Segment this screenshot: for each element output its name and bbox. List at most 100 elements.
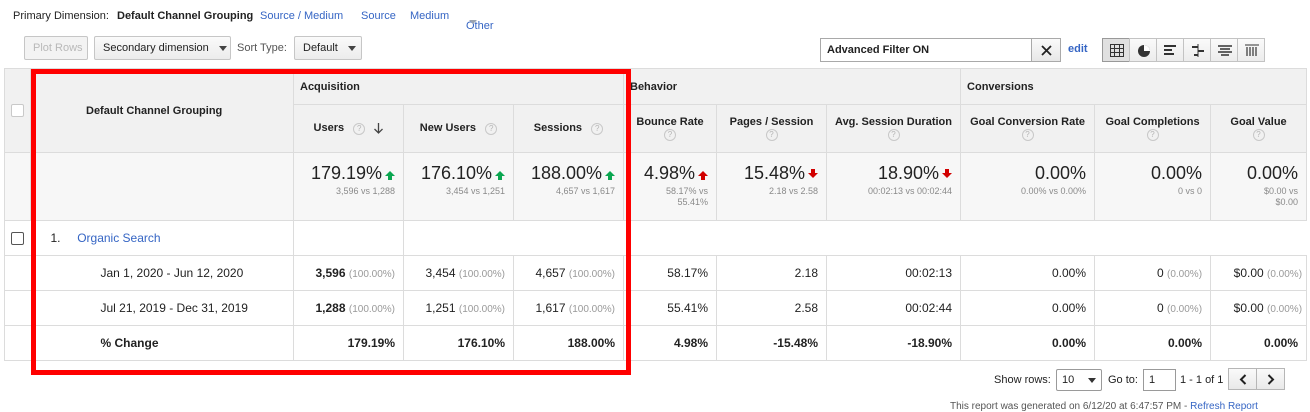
new-users-column-header[interactable]: New Users ? bbox=[403, 104, 514, 153]
sessions-cell: 4,657 (100.00%) bbox=[513, 255, 624, 291]
organic-search-link[interactable]: Organic Search bbox=[77, 231, 160, 245]
sessions-value: 4,657 bbox=[535, 266, 566, 280]
users-header-label: Users bbox=[313, 122, 345, 134]
plot-rows-button[interactable]: Plot Rows bbox=[24, 36, 88, 60]
total-users-comparison: 3,596 vs 1,288 bbox=[335, 186, 395, 196]
help-icon[interactable]: ? bbox=[353, 123, 366, 135]
goal-value-column-header[interactable]: Goal Value? bbox=[1210, 104, 1308, 153]
refresh-report-link[interactable]: Refresh Report bbox=[1190, 401, 1258, 412]
bar-list-icon bbox=[1164, 45, 1176, 55]
goal-completions-change-value: 0.00% bbox=[1094, 325, 1212, 361]
dimension-default-channel-grouping[interactable]: Default Channel Grouping bbox=[117, 10, 253, 22]
channel-name-cell: 1. Organic Search bbox=[30, 220, 294, 256]
new-users-percent: (100.00%) bbox=[458, 269, 505, 280]
goal-completions-cell: 0 (0.00%) bbox=[1094, 290, 1212, 326]
primary-dimension-label: Primary Dimension: bbox=[13, 10, 109, 22]
goto-label: Go to: bbox=[1108, 374, 1138, 386]
sort-type-value: Default bbox=[303, 42, 338, 54]
pages-session-column-header[interactable]: Pages / Session? bbox=[716, 104, 827, 153]
term-cloud-view-button[interactable] bbox=[1210, 38, 1238, 62]
sessions-value: 1,617 bbox=[535, 301, 566, 315]
bounce-rate-header-label: Bounce Rate bbox=[636, 116, 704, 128]
show-rows-select[interactable]: 10 bbox=[1056, 369, 1102, 391]
row-checkbox-cell bbox=[4, 220, 31, 256]
goal-completions-percent: (0.00%) bbox=[1167, 304, 1203, 315]
total-goal-value-cell: 0.00% $0.00 vs $0.00 bbox=[1210, 152, 1308, 221]
pie-view-button[interactable] bbox=[1129, 38, 1157, 62]
total-goal-completions-cell: 0.00% 0 vs 0 bbox=[1094, 152, 1212, 221]
chevron-down-icon bbox=[1088, 378, 1096, 383]
help-icon[interactable]: ? bbox=[1146, 129, 1159, 141]
generated-text: This report was generated on 6/12/20 at … bbox=[950, 401, 1191, 412]
performance-view-button[interactable] bbox=[1156, 38, 1184, 62]
sort-descending-icon bbox=[374, 122, 384, 134]
help-icon[interactable]: ? bbox=[765, 129, 778, 141]
grid-icon bbox=[1110, 44, 1124, 57]
comparison-view-button[interactable] bbox=[1183, 38, 1211, 62]
users-value: 3,596 bbox=[315, 266, 346, 280]
sort-type-label: Sort Type: bbox=[237, 42, 287, 54]
percent-change-row: % Change 179.19% 176.10% 188.00% 4.98% -… bbox=[4, 325, 1308, 361]
users-percent: (100.00%) bbox=[348, 304, 395, 315]
help-icon[interactable]: ? bbox=[887, 129, 900, 141]
dimension-source-medium-link[interactable]: Source / Medium bbox=[260, 10, 343, 22]
empty-cell bbox=[4, 325, 31, 361]
help-icon[interactable]: ? bbox=[1252, 129, 1265, 141]
advanced-filter-field[interactable]: Advanced Filter ON bbox=[820, 38, 1032, 62]
help-icon[interactable]: ? bbox=[1021, 129, 1034, 141]
pivot-view-button[interactable] bbox=[1237, 38, 1265, 62]
clear-filter-button[interactable] bbox=[1031, 38, 1061, 62]
bounce-rate-column-header[interactable]: Bounce Rate? bbox=[623, 104, 717, 153]
pages-session-header-label: Pages / Session bbox=[729, 116, 814, 128]
arrow-up-red-icon bbox=[698, 171, 708, 180]
users-change-value: 179.19% bbox=[293, 325, 404, 361]
goal-conversion-rate-value: 0.00% bbox=[960, 255, 1096, 291]
new-users-percent: (100.00%) bbox=[458, 304, 505, 315]
row-checkbox[interactable] bbox=[11, 232, 25, 246]
empty-cell bbox=[4, 290, 31, 326]
dimension-source-link[interactable]: Source bbox=[361, 10, 396, 22]
total-sessions-cell: 188.00% 4,657 vs 1,617 bbox=[513, 152, 624, 221]
total-new-users-change: 176.10% bbox=[420, 163, 492, 183]
help-icon[interactable]: ? bbox=[591, 123, 604, 135]
report-generated-note: This report was generated on 6/12/20 at … bbox=[950, 401, 1258, 412]
table-view-button[interactable] bbox=[1102, 38, 1130, 62]
avg-session-duration-column-header[interactable]: Avg. Session Duration? bbox=[825, 104, 962, 153]
total-new-users-comparison: 3,454 vs 1,251 bbox=[445, 186, 505, 196]
behavior-group-header: Behavior bbox=[622, 68, 962, 105]
sort-type-dropdown[interactable]: Default bbox=[294, 36, 362, 60]
avg-session-duration-header-label: Avg. Session Duration bbox=[835, 116, 952, 128]
goal-completions-column-header[interactable]: Goal Completions? bbox=[1094, 104, 1212, 153]
prev-page-button[interactable] bbox=[1228, 368, 1257, 390]
edit-filter-link[interactable]: edit bbox=[1068, 43, 1088, 55]
total-bounce-rate-cell: 4.98% 58.17% vs 55.41% bbox=[623, 152, 717, 221]
total-sessions-change: 188.00% bbox=[530, 163, 602, 183]
goal-value-value: $0.00 bbox=[1233, 301, 1264, 315]
pages-session-change-value: -15.48% bbox=[716, 325, 827, 361]
empty-cell bbox=[4, 255, 31, 291]
bounce-rate-value: 58.17% bbox=[623, 255, 717, 291]
select-all-checkbox[interactable] bbox=[11, 104, 24, 117]
goto-input[interactable]: 1 bbox=[1143, 369, 1176, 391]
users-cell: 3,596 (100.00%) bbox=[293, 255, 404, 291]
date-range-label: Jan 1, 2020 - Jun 12, 2020 bbox=[30, 255, 294, 291]
empty-cell bbox=[402, 220, 1307, 256]
total-new-users-cell: 176.10% 3,454 vs 1,251 bbox=[403, 152, 514, 221]
sessions-column-header[interactable]: Sessions ? bbox=[513, 104, 624, 153]
total-pages-session-comparison: 2.18 vs 2.58 bbox=[768, 186, 818, 196]
users-percent: (100.00%) bbox=[348, 269, 395, 280]
chevron-left-icon bbox=[1239, 374, 1247, 385]
chevron-down-icon bbox=[469, 20, 477, 24]
secondary-dimension-dropdown[interactable]: Secondary dimension bbox=[94, 36, 231, 60]
help-icon[interactable]: ? bbox=[664, 129, 676, 141]
dimension-medium-link[interactable]: Medium bbox=[410, 10, 449, 22]
next-page-button[interactable] bbox=[1256, 368, 1285, 390]
close-icon bbox=[1041, 45, 1052, 56]
dimension-column-header[interactable]: Default Channel Grouping bbox=[30, 68, 294, 153]
users-column-header[interactable]: Users ? bbox=[293, 104, 404, 153]
goal-value-change-value: 0.00% bbox=[1210, 325, 1308, 361]
empty-cell bbox=[293, 220, 404, 256]
help-icon[interactable]: ? bbox=[485, 123, 498, 135]
goal-conversion-rate-column-header[interactable]: Goal Conversion Rate? bbox=[960, 104, 1096, 153]
total-goal-completions-change: 0.00% bbox=[1150, 163, 1203, 183]
